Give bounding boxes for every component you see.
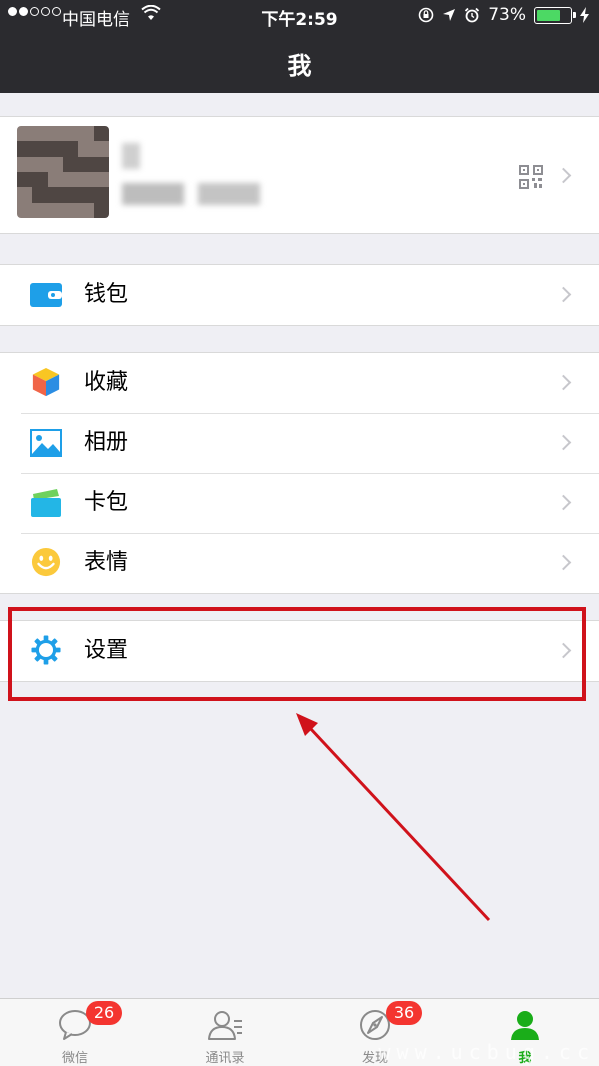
menu-item-album[interactable]: 相册 <box>0 413 599 473</box>
wallet-icon <box>30 283 62 307</box>
menu-group-content: 收藏 相册 卡包 表情 <box>0 352 599 594</box>
chevron-right-icon <box>555 434 572 451</box>
chevron-right-icon <box>555 286 572 303</box>
menu-item-card-pack[interactable]: 卡包 <box>0 473 599 533</box>
menu-group-wallet: 钱包 <box>0 264 599 326</box>
tab-label: 通讯录 <box>205 1051 245 1066</box>
watermark: www.ucbug.cc <box>378 1040 595 1064</box>
me-icon <box>511 1011 539 1040</box>
battery-percent: 73% <box>488 5 526 25</box>
menu-item-label: 钱包 <box>84 282 129 307</box>
tab-label: 微信 <box>61 1051 88 1066</box>
card-pack-icon <box>31 489 61 517</box>
tab-contacts[interactable]: 通讯录 <box>150 999 300 1066</box>
profile-card[interactable] <box>0 116 599 234</box>
album-icon <box>30 429 62 457</box>
chevron-right-icon <box>555 554 572 571</box>
highlight-box <box>8 607 586 701</box>
battery-fill <box>537 9 561 21</box>
menu-item-label: 表情 <box>84 550 129 575</box>
menu-item-favorites[interactable]: 收藏 <box>0 353 599 413</box>
contacts-icon <box>208 1011 242 1040</box>
top-bar: 中国电信 下午2:59 73% 我 <box>0 0 599 93</box>
status-bar: 中国电信 下午2:59 73% <box>0 0 599 32</box>
wechat-id-blurred <box>122 183 260 205</box>
alarm-icon <box>465 7 480 23</box>
favorites-icon <box>32 367 60 397</box>
tab-chats[interactable]: 26 微信 <box>0 999 150 1066</box>
battery-icon <box>534 6 576 24</box>
nickname-blurred <box>122 143 140 169</box>
menu-item-stickers[interactable]: 表情 <box>0 533 599 593</box>
menu-item-label: 卡包 <box>84 490 129 515</box>
orientation-lock-icon <box>418 7 434 23</box>
qr-code-icon[interactable] <box>519 165 543 189</box>
chevron-right-icon <box>555 167 572 184</box>
page-title: 我 <box>287 52 312 80</box>
avatar[interactable] <box>17 126 109 218</box>
unread-badge: 36 <box>386 1001 422 1025</box>
chevron-right-icon <box>555 374 572 391</box>
menu-item-wallet[interactable]: 钱包 <box>0 265 599 325</box>
chevron-right-icon <box>555 494 572 511</box>
unread-badge: 26 <box>86 1001 122 1025</box>
charging-icon <box>580 7 589 23</box>
sticker-icon <box>31 547 61 577</box>
menu-item-label: 收藏 <box>84 370 129 395</box>
menu-item-label: 相册 <box>84 430 129 455</box>
location-icon <box>443 9 456 21</box>
